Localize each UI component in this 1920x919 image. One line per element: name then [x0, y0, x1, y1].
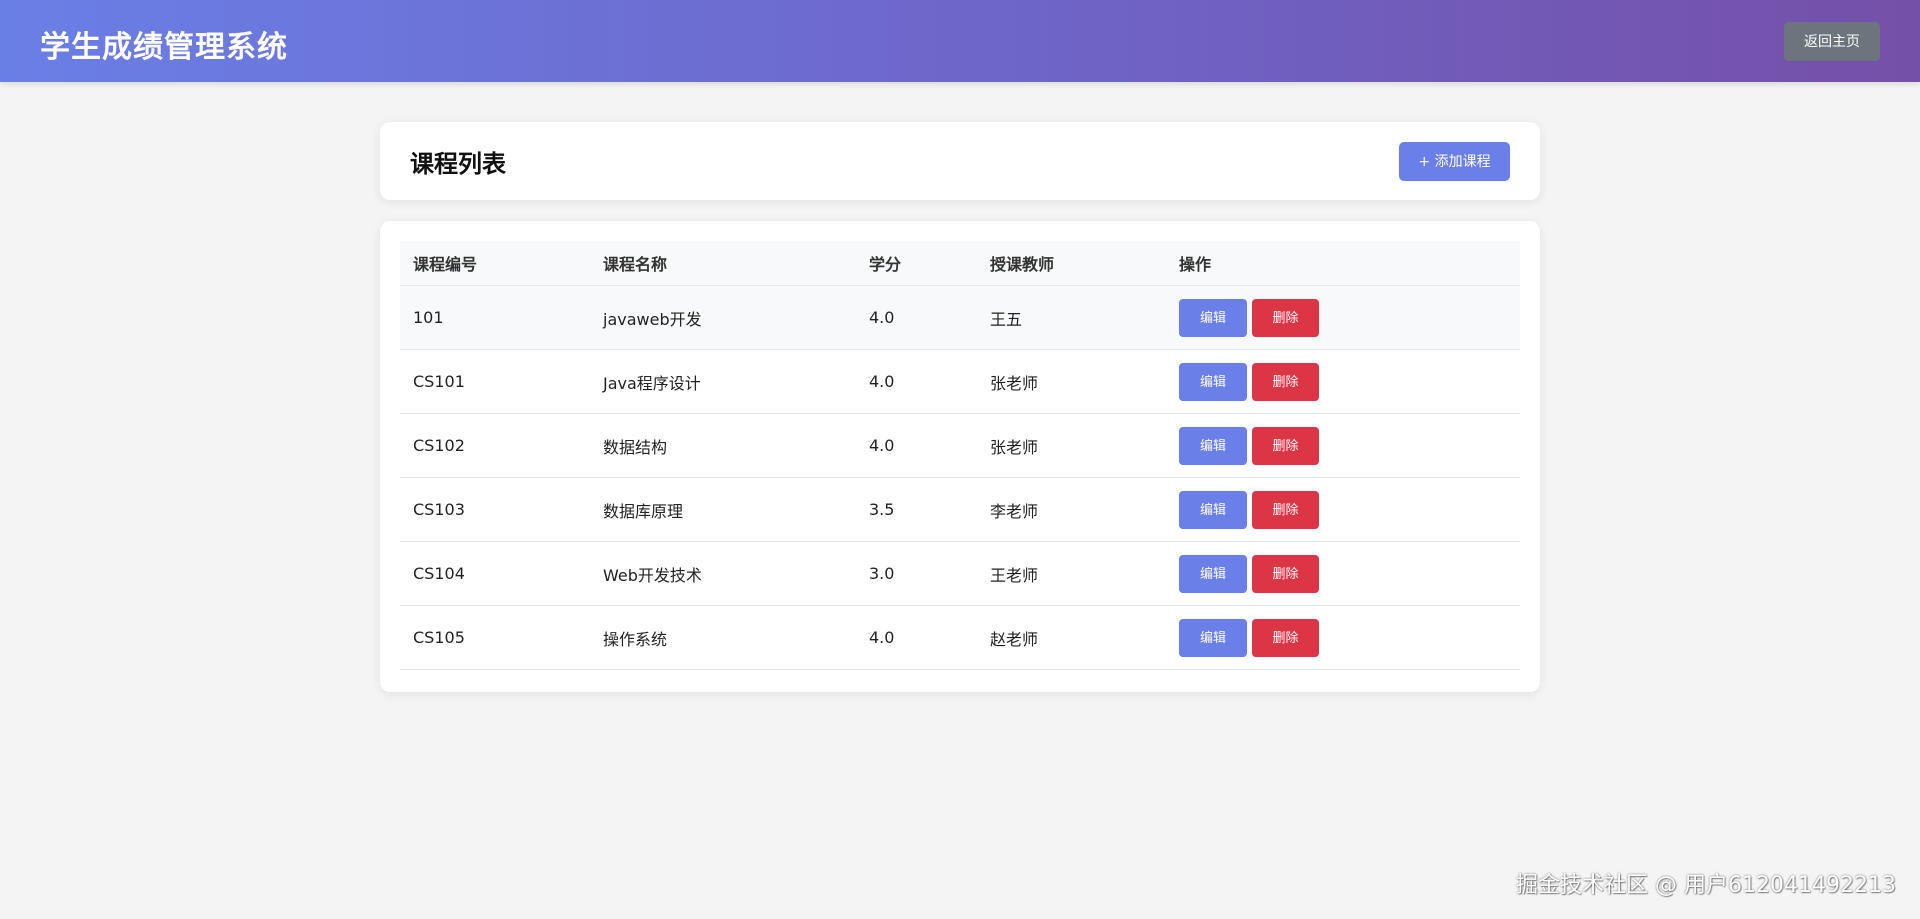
edit-button[interactable]: 编辑: [1179, 618, 1247, 657]
cell-credit: 3.5: [856, 477, 977, 542]
cell-teacher: 赵老师: [977, 605, 1166, 670]
edit-button[interactable]: 编辑: [1179, 490, 1247, 529]
cell-actions: 编辑 删除: [1166, 285, 1520, 350]
delete-button[interactable]: 删除: [1252, 362, 1319, 401]
course-table: 课程编号 课程名称 学分 授课教师 操作 101 javaweb开发 4.0 王…: [400, 241, 1520, 670]
cell-credit: 3.0: [856, 541, 977, 606]
column-header-teacher: 授课教师: [977, 241, 1166, 286]
cell-course-name: 数据库原理: [590, 477, 856, 542]
delete-button[interactable]: 删除: [1252, 426, 1319, 465]
cell-actions: 编辑 删除: [1166, 477, 1520, 542]
cell-course-id: CS103: [400, 477, 590, 542]
table-row: CS102 数据结构 4.0 张老师 编辑 删除: [400, 413, 1520, 478]
edit-button[interactable]: 编辑: [1179, 362, 1247, 401]
table-row: CS103 数据库原理 3.5 李老师 编辑 删除: [400, 477, 1520, 542]
cell-course-id: CS101: [400, 349, 590, 414]
top-navbar: 学生成绩管理系统 返回主页: [0, 0, 1920, 82]
cell-course-name: 操作系统: [590, 605, 856, 670]
cell-actions: 编辑 删除: [1166, 605, 1520, 670]
cell-actions: 编辑 删除: [1166, 413, 1520, 478]
cell-teacher: 王老师: [977, 541, 1166, 606]
page-title: 课程列表: [410, 150, 506, 178]
delete-button[interactable]: 删除: [1252, 298, 1319, 337]
delete-button[interactable]: 删除: [1252, 618, 1319, 657]
cell-teacher: 张老师: [977, 349, 1166, 414]
cell-credit: 4.0: [856, 285, 977, 350]
add-course-button[interactable]: + 添加课程: [1399, 142, 1510, 181]
column-header-actions: 操作: [1166, 241, 1520, 286]
edit-button[interactable]: 编辑: [1179, 298, 1247, 337]
cell-course-id: CS104: [400, 541, 590, 606]
table-row: CS105 操作系统 4.0 赵老师 编辑 删除: [400, 605, 1520, 670]
edit-button[interactable]: 编辑: [1179, 554, 1247, 593]
cell-teacher: 王五: [977, 285, 1166, 350]
cell-credit: 4.0: [856, 605, 977, 670]
watermark: 掘金技术社区 @ 用户612041492213: [1516, 873, 1896, 898]
cell-course-name: javaweb开发: [590, 285, 856, 350]
cell-course-name: Java程序设计: [590, 349, 856, 414]
cell-course-name: 数据结构: [590, 413, 856, 478]
delete-button[interactable]: 删除: [1252, 490, 1319, 529]
table-header-row: 课程编号 课程名称 学分 授课教师 操作: [400, 241, 1520, 286]
back-to-home-button[interactable]: 返回主页: [1784, 22, 1880, 61]
cell-actions: 编辑 删除: [1166, 541, 1520, 606]
column-header-course-name: 课程名称: [590, 241, 856, 286]
column-header-course-id: 课程编号: [400, 241, 590, 286]
table-row: CS101 Java程序设计 4.0 张老师 编辑 删除: [400, 349, 1520, 414]
edit-button[interactable]: 编辑: [1179, 426, 1247, 465]
table-row: 101 javaweb开发 4.0 王五 编辑 删除: [400, 285, 1520, 350]
app-title: 学生成绩管理系统: [40, 30, 288, 65]
delete-button[interactable]: 删除: [1252, 554, 1319, 593]
cell-credit: 4.0: [856, 413, 977, 478]
cell-credit: 4.0: [856, 349, 977, 414]
table-row: CS104 Web开发技术 3.0 王老师 编辑 删除: [400, 541, 1520, 606]
page-header-card: 课程列表 + 添加课程: [380, 122, 1540, 200]
cell-course-name: Web开发技术: [590, 541, 856, 606]
cell-teacher: 张老师: [977, 413, 1166, 478]
course-table-card: 课程编号 课程名称 学分 授课教师 操作 101 javaweb开发 4.0 王…: [380, 221, 1540, 692]
cell-course-id: 101: [400, 285, 590, 350]
column-header-credit: 学分: [856, 241, 977, 286]
cell-actions: 编辑 删除: [1166, 349, 1520, 414]
cell-course-id: CS105: [400, 605, 590, 670]
cell-teacher: 李老师: [977, 477, 1166, 542]
cell-course-id: CS102: [400, 413, 590, 478]
